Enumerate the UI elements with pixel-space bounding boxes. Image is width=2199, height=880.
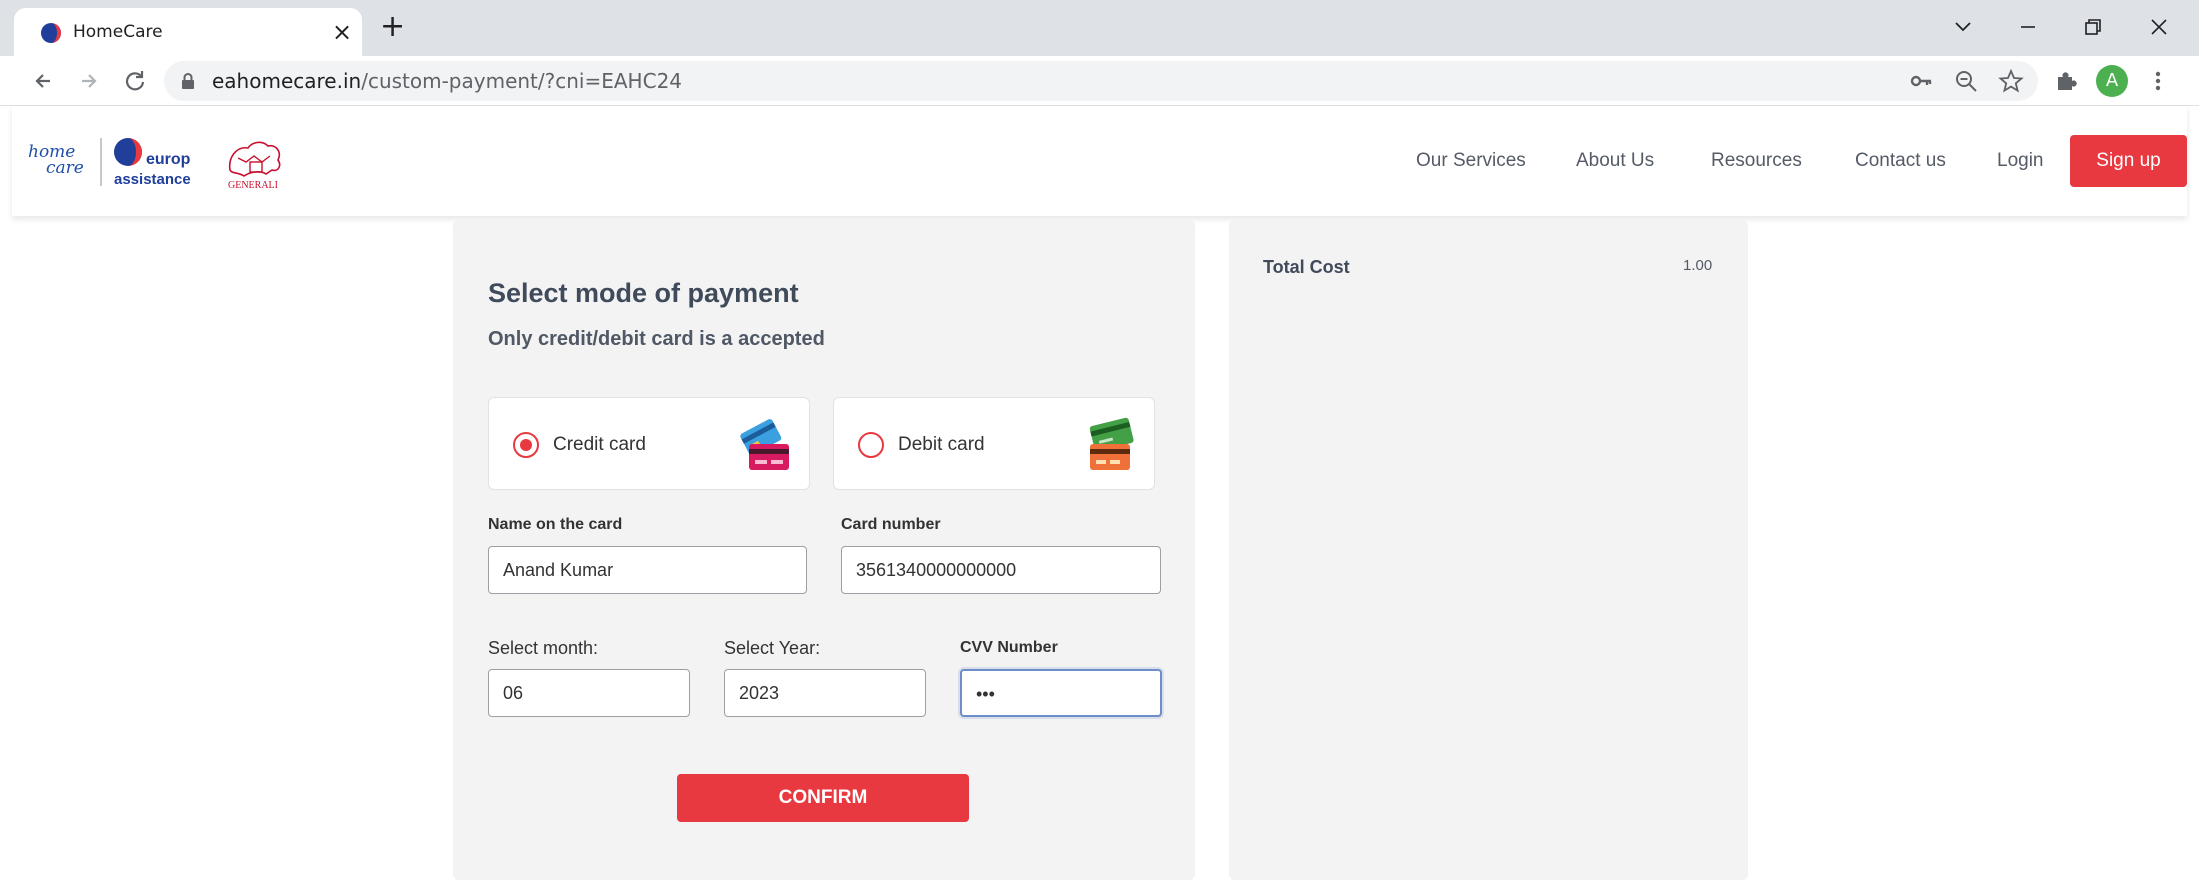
- select-year-label: Select Year:: [724, 638, 821, 658]
- homecare-logo[interactable]: home care: [28, 144, 84, 178]
- tab-search-chevron-icon[interactable]: [1948, 12, 1978, 42]
- url-text[interactable]: eahomecare.in/custom-payment/?cni=EAHC24: [212, 69, 682, 93]
- debit-card-option[interactable]: Debit card: [833, 397, 1155, 490]
- profile-avatar[interactable]: A: [2096, 65, 2128, 97]
- card-number-label: Card number: [841, 516, 941, 533]
- card-number-input[interactable]: 3561340000000000: [841, 546, 1161, 594]
- year-select[interactable]: 2023: [724, 669, 926, 717]
- nav-contact-us[interactable]: Contact us: [1855, 150, 1946, 172]
- cvv-input[interactable]: •••: [960, 669, 1162, 717]
- confirm-button[interactable]: CONFIRM: [677, 774, 969, 822]
- restore-window-icon[interactable]: [2078, 12, 2108, 42]
- more-menu-icon[interactable]: [2145, 68, 2171, 94]
- cvv-number-label: CVV Number: [960, 639, 1058, 656]
- key-icon[interactable]: [1908, 68, 1934, 94]
- debit-card-radio[interactable]: [858, 432, 884, 458]
- back-arrow-icon[interactable]: [28, 66, 58, 96]
- credit-card-radio[interactable]: [513, 432, 539, 458]
- payment-title: Select mode of payment: [488, 278, 799, 308]
- logo-divider: [100, 138, 102, 186]
- europ-logo-line2: assistance: [114, 171, 191, 188]
- name-on-card-input[interactable]: Anand Kumar: [488, 546, 807, 594]
- debit-card-icon: [1089, 417, 1134, 470]
- zoom-out-icon[interactable]: [1953, 68, 1979, 94]
- order-summary-panel: [1229, 220, 1748, 880]
- new-tab-button[interactable]: +: [380, 12, 405, 42]
- tab-title: HomeCare: [73, 22, 163, 42]
- nav-resources[interactable]: Resources: [1711, 150, 1802, 172]
- browser-toolbar: eahomecare.in/custom-payment/?cni=EAHC24…: [0, 56, 2199, 106]
- url-host: eahomecare.in: [212, 69, 362, 93]
- url-path: /custom-payment/?cni=EAHC24: [361, 69, 683, 93]
- name-on-card-label: Name on the card: [488, 516, 623, 533]
- payment-subtitle: Only credit/debit card is a accepted: [488, 328, 825, 350]
- extensions-puzzle-icon[interactable]: [2053, 68, 2079, 94]
- select-month-label: Select month:: [488, 638, 599, 658]
- site-header: home care europ assistance GENERALI Our …: [12, 106, 2187, 216]
- debit-card-label: Debit card: [898, 434, 985, 455]
- credit-card-label: Credit card: [553, 434, 646, 455]
- total-cost-label: Total Cost: [1263, 257, 1350, 277]
- lock-icon[interactable]: [180, 72, 196, 90]
- bookmark-star-icon[interactable]: [1998, 68, 2024, 94]
- browser-tabstrip: HomeCare × +: [0, 0, 2199, 56]
- browser-tab[interactable]: HomeCare ×: [14, 8, 362, 56]
- homecare-logo-line2: care: [46, 158, 84, 178]
- reload-icon[interactable]: [120, 66, 150, 96]
- europ-logo-line1: europ: [146, 151, 191, 168]
- europ-assistance-logo: europ assistance: [114, 138, 191, 188]
- forward-arrow-icon[interactable]: [74, 66, 104, 96]
- generali-lion-logo: GENERALI: [228, 141, 281, 190]
- nav-about-us[interactable]: About Us: [1576, 150, 1654, 172]
- sign-up-button[interactable]: Sign up: [2070, 135, 2187, 187]
- minimize-window-icon[interactable]: [2013, 12, 2043, 42]
- nav-our-services[interactable]: Our Services: [1416, 150, 1526, 172]
- nav-login[interactable]: Login: [1997, 150, 2044, 172]
- close-tab-icon[interactable]: ×: [332, 20, 352, 44]
- credit-card-icon: [740, 419, 789, 470]
- total-cost-value: 1.00: [1683, 257, 1713, 274]
- generali-logo-text: GENERALI: [228, 180, 278, 190]
- month-select[interactable]: 06: [488, 669, 690, 717]
- close-window-icon[interactable]: [2144, 12, 2174, 42]
- homecare-favicon-icon: [41, 23, 61, 43]
- credit-card-option[interactable]: Credit card: [488, 397, 810, 490]
